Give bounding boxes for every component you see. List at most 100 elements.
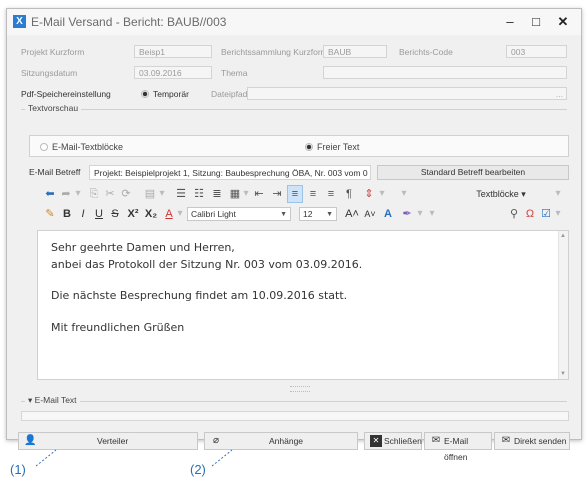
thema-field[interactable] (323, 66, 567, 79)
font-family-select[interactable]: Calibri Light ▼ (187, 207, 291, 221)
scroll-down-icon[interactable]: ▼ (560, 371, 566, 377)
berichtssammlung-label: Berichtssammlung Kurzform (221, 47, 328, 57)
bold-button[interactable]: B (61, 205, 73, 223)
font-color-dropdown-icon[interactable]: ▾ (177, 205, 183, 223)
thema-label: Thema (221, 68, 248, 78)
standard-betreff-button[interactable]: Standard Betreff bearbeiten (377, 165, 569, 180)
betreff-row: E-Mail Betreff Projekt: Beispielprojekt … (29, 165, 569, 180)
pdf-speichereinstellung-label: Pdf-Speichereinstellung (21, 89, 111, 99)
font-size-value: 12 (303, 209, 313, 219)
numbered-list-icon[interactable]: ☷ (191, 185, 207, 203)
subscript-button[interactable]: X₂ (143, 205, 159, 223)
toolbar-2-overflow-icon[interactable]: ▾ (555, 205, 561, 223)
radio-dot-icon (305, 143, 313, 151)
toolbar-1-overflow-icon[interactable]: ▾ (555, 185, 561, 203)
clear-format-icon[interactable]: ⟳ (119, 185, 133, 203)
editor-line-greeting: Sehr geehrte Damen und Herren, (51, 241, 235, 254)
decrease-indent-icon[interactable]: ⇤ (251, 185, 267, 203)
radio-email-textbloecke-label: E-Mail-Textblöcke (52, 142, 124, 152)
underline-button[interactable]: U (93, 205, 105, 223)
find-icon[interactable]: ⚲ (507, 205, 521, 223)
chevron-down-icon: ▼ (280, 211, 287, 218)
radio-empty-icon (40, 143, 48, 151)
align-center-icon[interactable]: ≡ (305, 185, 321, 203)
projekt-kurzform-label: Projekt Kurzform (21, 47, 85, 57)
undo-icon[interactable]: ⬅ (43, 185, 57, 203)
editor-line-closing: Mit freundlichen Grüßen (51, 321, 185, 334)
cut-icon[interactable]: ✂ (103, 185, 117, 203)
browse-button[interactable]: ... (556, 88, 563, 99)
table-dropdown-icon[interactable]: ▾ (243, 185, 249, 203)
dateipfad-label: Dateipfad (211, 89, 248, 99)
title-bar[interactable]: X E-Mail Versand - Bericht: BAUB//003 ‒ … (7, 9, 581, 35)
align-right-icon[interactable]: ≡ (323, 185, 339, 203)
temporaer-radio[interactable]: Temporär (141, 89, 189, 99)
callout-arrow-1 (35, 449, 57, 467)
textvorschau-group-title: Textvorschau (25, 103, 82, 113)
grow-font-button[interactable]: A˄ (345, 205, 359, 223)
berichtssammlung-field[interactable]: BAUB (323, 45, 387, 58)
strikethrough-button[interactable]: S (109, 205, 121, 223)
highlight-icon[interactable]: ✒ (399, 205, 415, 223)
berichts-code-field[interactable]: 003 (506, 45, 567, 58)
row-sitzung: Sitzungsdatum 03.09.2016 Thema (21, 66, 567, 80)
sitzungsdatum-field[interactable]: 03.09.2016 (134, 66, 212, 79)
minimize-button[interactable]: ‒ (499, 12, 521, 32)
editor-line-protocol: anbei das Protokoll der Sitzung Nr. 003 … (51, 258, 363, 271)
app-icon: X (13, 15, 26, 28)
line-spacing-dropdown-icon[interactable]: ▾ (379, 185, 385, 203)
sitzungsdatum-label: Sitzungsdatum (21, 68, 78, 78)
italic-button[interactable]: I (77, 205, 89, 223)
close-window-button[interactable]: ✕ (552, 12, 574, 32)
maximize-button[interactable]: □ (525, 12, 547, 32)
splitter-grip[interactable] (290, 386, 310, 392)
textbloecke-menu[interactable]: Textblöcke ▾ (471, 185, 531, 203)
dateipfad-field[interactable]: ... (247, 87, 567, 100)
email-body-editor[interactable]: Sehr geehrte Damen und Herren, anbei das… (37, 230, 569, 380)
editor-toolbar-1: ⬅ ➦ ▾ ⎘ ✂ ⟳ ▤ ▾ ☰ ☷ ≣ ▦ ▾ ⇤ ⇥ ≡ ≡ ≡ ¶ ⇕ … (37, 185, 569, 203)
projekt-kurzform-field[interactable]: Beisp1 (134, 45, 212, 58)
betreff-label: E-Mail Betreff (29, 167, 81, 177)
line-spacing-icon[interactable]: ⇕ (361, 185, 377, 203)
paragraph-icon[interactable]: ¶ (341, 185, 357, 203)
email-text-group-title: E-Mail Text (34, 395, 77, 405)
paste-icon[interactable]: ▤ (143, 185, 157, 203)
table-icon[interactable]: ▦ (227, 185, 243, 203)
highlight-dropdown-icon[interactable]: ▾ (417, 205, 423, 223)
editor-scrollbar[interactable]: ▲ ▼ (558, 231, 568, 379)
copy-icon[interactable]: ⎘ (87, 185, 101, 203)
row-projekt: Projekt Kurzform Beisp1 Berichtssammlung… (21, 45, 567, 59)
email-text-collapsed-panel (21, 411, 569, 421)
multilevel-list-icon[interactable]: ≣ (209, 185, 225, 203)
font-size-select[interactable]: 12 ▼ (299, 207, 337, 221)
spellcheck-icon[interactable]: Ω (523, 205, 537, 223)
callout-arrows (35, 449, 233, 467)
align-left-icon[interactable]: ≡ (287, 185, 303, 203)
textbloecke-label: Textblöcke (476, 189, 519, 199)
textvorschau-divider (21, 109, 567, 110)
checkbox-icon[interactable]: ☑ (539, 205, 553, 223)
toolbar-overflow-icon[interactable]: ▾ (401, 185, 407, 203)
shrink-font-button[interactable]: A˅ (363, 205, 377, 223)
toolbar-2-sep-dropdown-icon[interactable]: ▾ (429, 205, 435, 223)
format-painter-icon[interactable]: ✎ (43, 205, 57, 223)
radio-email-textbloecke[interactable]: E-Mail-Textblöcke (40, 142, 123, 152)
berichts-code-label: Berichts-Code (399, 47, 453, 57)
radio-freier-text-label: Freier Text (317, 142, 360, 152)
font-family-value: Calibri Light (191, 209, 236, 219)
temporaer-label: Temporär (153, 89, 189, 99)
radio-freier-text[interactable]: Freier Text (305, 142, 359, 152)
change-case-button[interactable]: A (381, 205, 395, 223)
toolbar-dropdown-icon[interactable]: ▾ (75, 185, 81, 203)
email-text-divider (21, 401, 567, 402)
font-color-button[interactable]: A (163, 205, 175, 223)
row-pdf: Pdf-Speichereinstellung Temporär Dateipf… (21, 87, 567, 101)
betreff-input[interactable]: Projekt: Beispielprojekt 1, Sitzung: Bau… (89, 165, 371, 180)
scroll-up-icon[interactable]: ▲ (560, 233, 566, 239)
email-text-group[interactable]: ▾ E-Mail Text (25, 395, 80, 406)
superscript-button[interactable]: X² (125, 205, 141, 223)
redo-icon[interactable]: ➦ (59, 185, 73, 203)
paste-dropdown-icon[interactable]: ▾ (159, 185, 165, 203)
increase-indent-icon[interactable]: ⇥ (269, 185, 285, 203)
bullet-list-icon[interactable]: ☰ (173, 185, 189, 203)
